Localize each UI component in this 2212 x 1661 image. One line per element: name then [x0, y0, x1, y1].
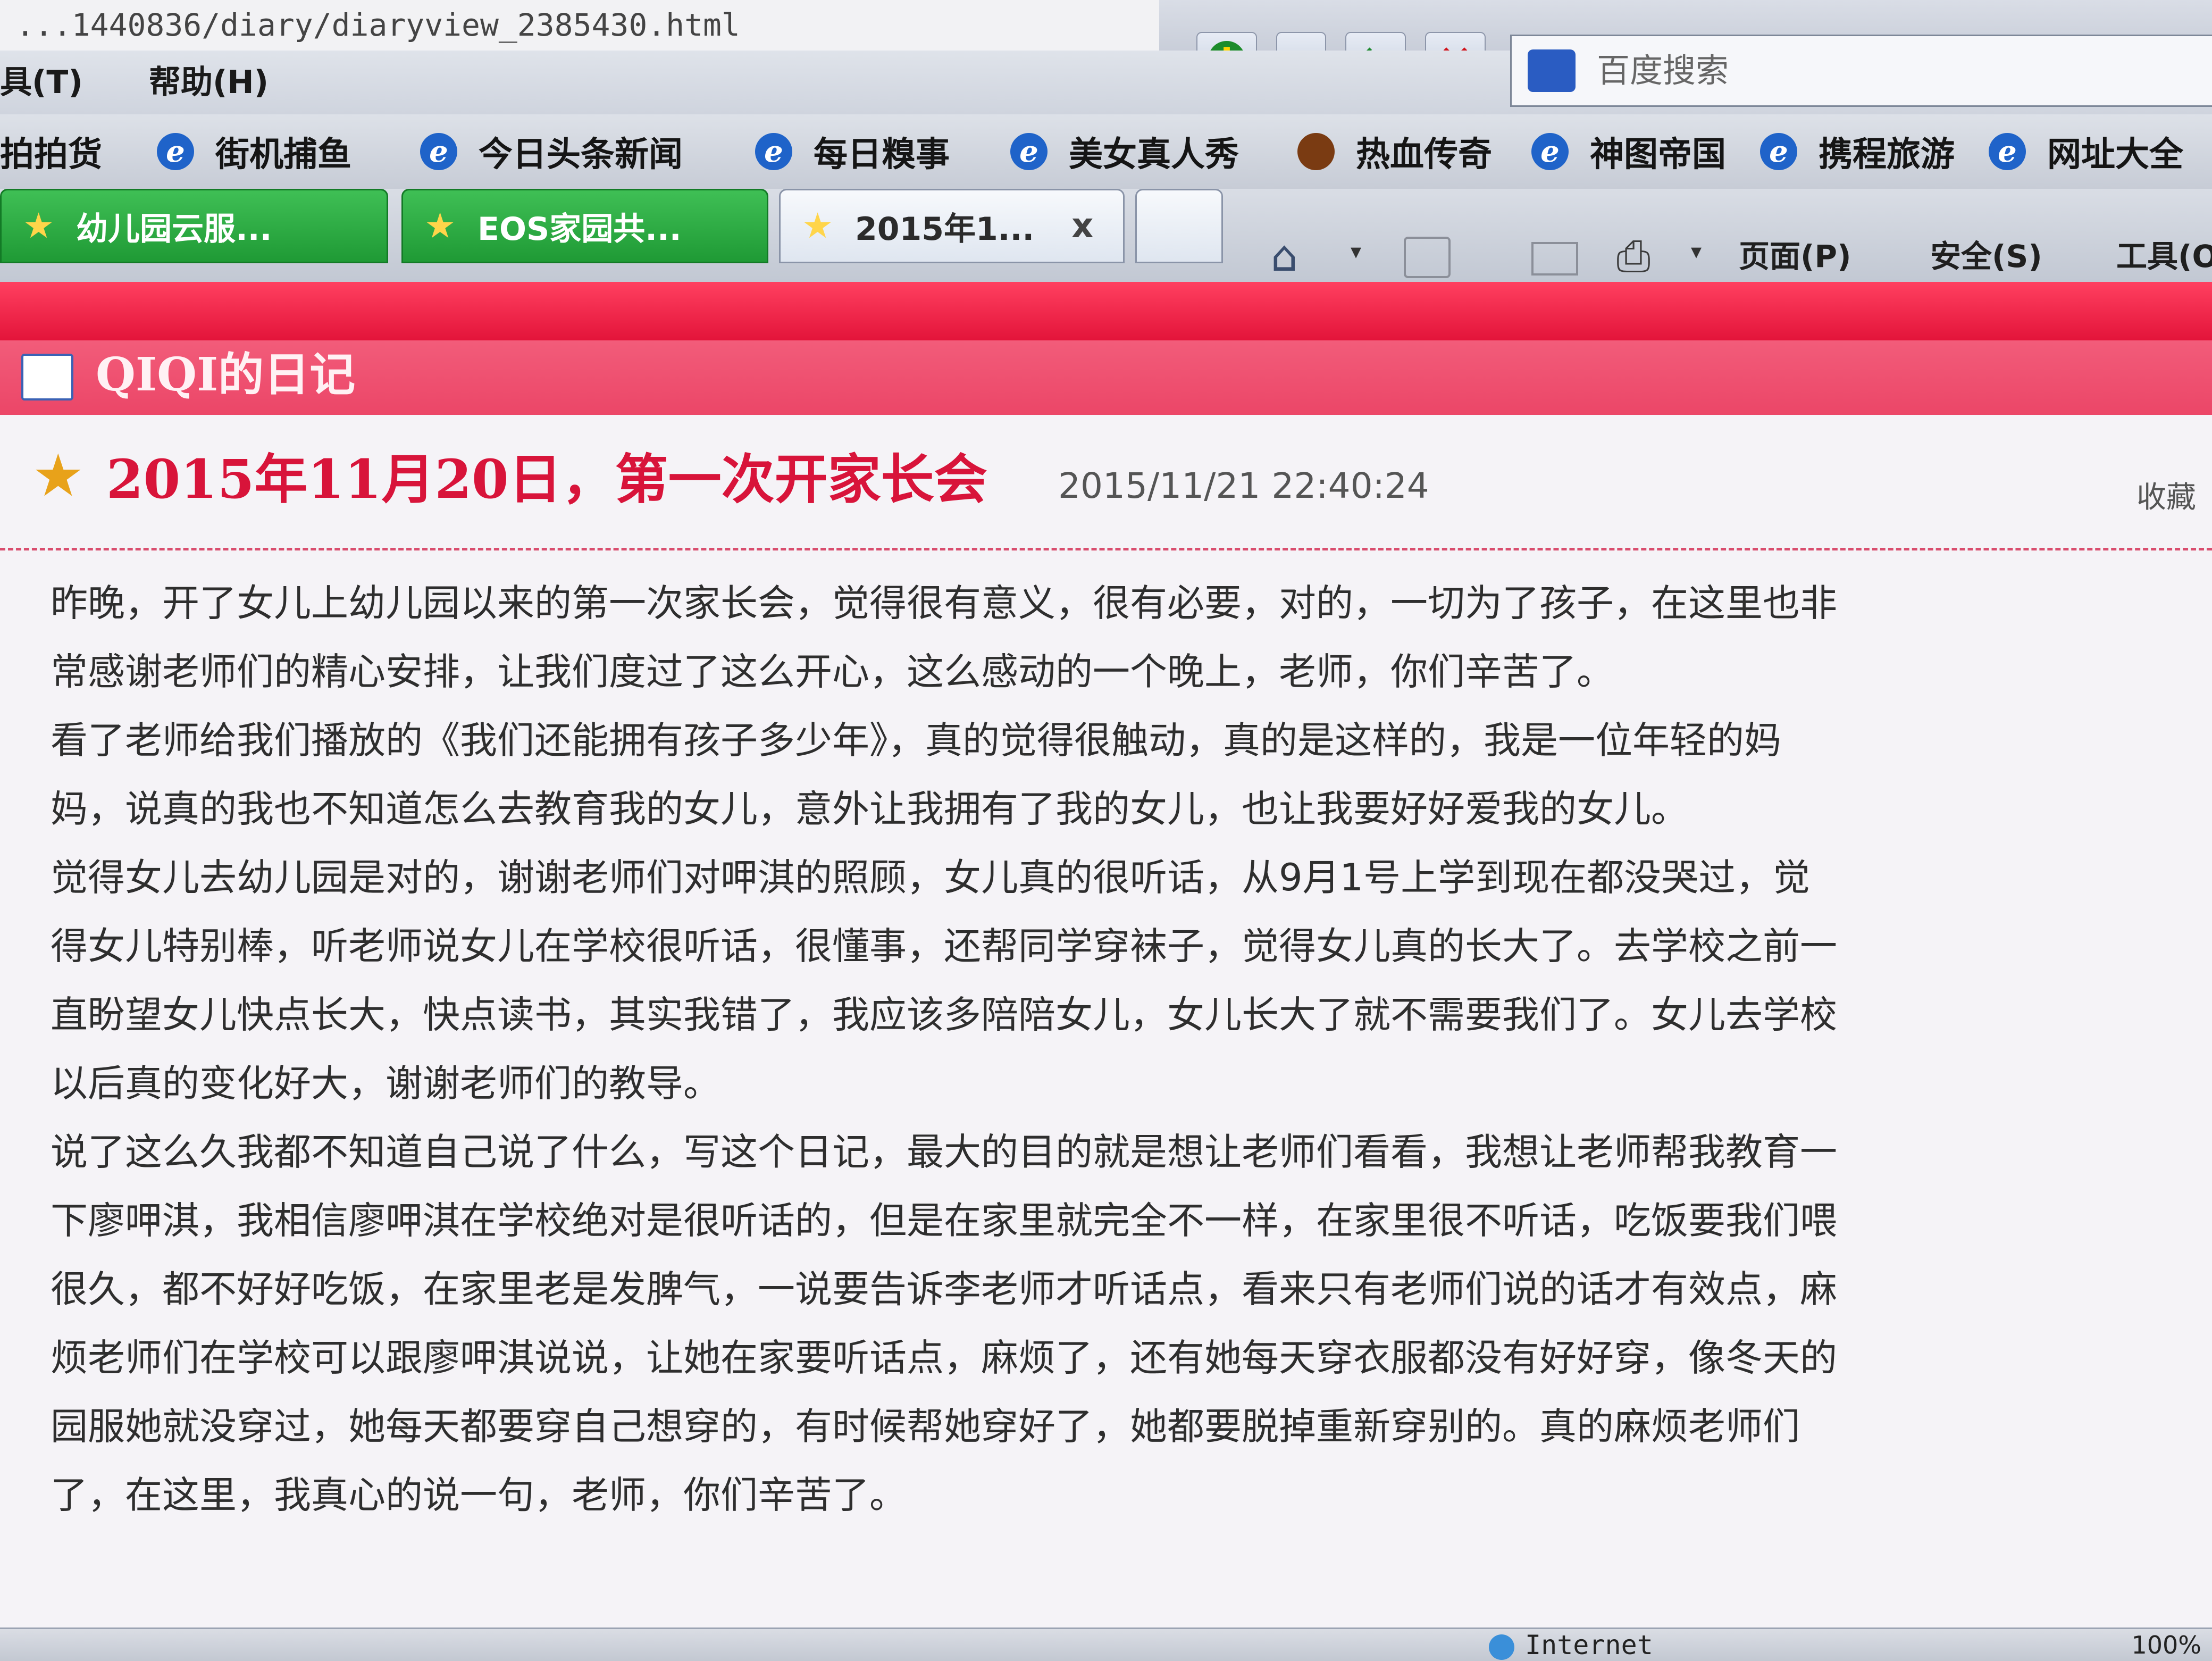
chevron-down-icon[interactable]: ▾	[1691, 239, 1702, 264]
favorite-label: 携程旅游	[1819, 135, 1955, 174]
status-bar: Internet 100%	[0, 1627, 2212, 1661]
body-line: 了，在这里，我真心的说一句，老师，你们辛苦了。	[51, 1473, 907, 1517]
body-line: 看了老师给我们播放的《我们还能拥有孩子多少年》，真的觉得很触动，真的是这样的，我…	[51, 719, 1781, 762]
favorite-link[interactable]: e 美女真人秀	[1010, 114, 1239, 189]
body-line: 很久，都不好好吃饭，在家里老是发脾气，一说要告诉李老师才听话点，看来只有老师们说…	[51, 1267, 1837, 1311]
body-line: 烦老师们在学校可以跟廖呷淇说说，让她在家要听话点，麻烦了，还有她每天穿衣服都没有…	[51, 1336, 1837, 1380]
body-line: 直盼望女儿快点长大，快点读书，其实我错了，我应该多陪陪女儿，女儿长大了就不需要我…	[51, 993, 1837, 1037]
ie-icon: e	[157, 133, 194, 170]
ie-icon: e	[1760, 133, 1797, 170]
ie-icon: e	[1010, 133, 1048, 170]
tools-menu[interactable]: 工具(O)	[2116, 231, 2212, 276]
diary-content: ★ 2015年11月20日，第一次开家长会 2015/11/21 22:40:2…	[0, 415, 2212, 1659]
page-icon: ★	[802, 205, 834, 246]
ie-icon: e	[1989, 133, 2026, 170]
baidu-search-icon	[1528, 49, 1576, 92]
page-menu[interactable]: 页面(P)	[1739, 231, 1851, 276]
tab-label: EOS家园共...	[477, 210, 682, 248]
tab-eos[interactable]: ★ EOS家园共...	[401, 189, 768, 263]
favorite-link[interactable]: e 街机捕鱼	[157, 114, 351, 189]
search-placeholder: 百度搜索	[1597, 51, 1729, 90]
new-tab-button[interactable]	[1135, 189, 1223, 263]
favorite-label: 热血传奇	[1356, 135, 1492, 174]
favorite-label: 街机捕鱼	[215, 135, 351, 174]
tab-diary[interactable]: ★ 2015年1... x	[779, 189, 1125, 263]
body-line: 说了这么久我都不知道自己说了什么，写这个日记，最大的目的就是想让老师们看看，我想…	[51, 1130, 1837, 1174]
chevron-down-icon[interactable]: ▾	[1351, 239, 1361, 264]
tab-label: 2015年1...	[855, 210, 1035, 248]
favorite-link[interactable]: 拍拍货	[0, 114, 102, 189]
zoom-level[interactable]: 100%	[2131, 1629, 2201, 1661]
favorite-link[interactable]: 热血传奇	[1297, 114, 1492, 189]
favorite-label: 每日糗事	[814, 135, 950, 174]
post-body: 昨晚，开了女儿上幼儿园以来的第一次家长会，觉得很有意义，很有必要，对的，一切为了…	[51, 569, 2188, 1530]
favorite-label: 今日头条新闻	[479, 135, 683, 174]
body-line: 园服她就没穿过，她每天都要穿自己想穿的，有时候帮她穿好了，她都要脱掉重新穿别的。…	[51, 1405, 1800, 1448]
body-line: 以后真的变化好大，谢谢老师们的教导。	[51, 1062, 720, 1105]
post-title-row: ★ 2015年11月20日，第一次开家长会 2015/11/21 22:40:2…	[0, 415, 2212, 550]
game-icon	[1297, 133, 1335, 170]
favorite-link[interactable]: e 携程旅游	[1760, 114, 1955, 189]
favorite-link[interactable]: e 今日头条新闻	[420, 114, 683, 189]
ie-icon: e	[420, 133, 457, 170]
favorite-label: 拍拍货	[0, 135, 102, 174]
tab-bar: ★ 幼儿园云服... ★ EOS家园共... ★ 2015年1... x ⌂ ▾ ⎙ …	[0, 189, 2212, 282]
favorite-label: 美女真人秀	[1069, 135, 1239, 174]
diary-title: QIQI的日记	[96, 348, 356, 402]
security-zone: Internet	[1489, 1629, 1653, 1661]
body-line: 昨晚，开了女儿上幼儿园以来的第一次家长会，觉得很有意义，很有必要，对的，一切为了…	[51, 581, 1837, 625]
zone-label: Internet	[1525, 1630, 1653, 1660]
globe-icon	[1489, 1634, 1514, 1660]
tab-close-icon[interactable]: x	[1071, 206, 1093, 246]
body-line: 觉得女儿去幼儿园是对的，谢谢老师们对呷淇的照顾，女儿真的很听话，从9月1号上学到…	[51, 856, 1811, 899]
favorite-link[interactable]: e 网址大全	[1989, 114, 2183, 189]
post-date: 2015/11/21 22:40:24	[1058, 465, 1429, 506]
body-line: 得女儿特别棒，听老师说女儿在学校很听话，很懂事，还帮同学穿袜子，觉得女儿真的长大…	[51, 924, 1837, 968]
body-line: 常感谢老师们的精心安排，让我们度过了这么开心，这么感动的一个晚上，老师，你们辛苦…	[51, 650, 1614, 694]
favorites-bar: 拍拍货 e 街机捕鱼 e 今日头条新闻 e 每日糗事 e 美女真人秀 热血传奇 e 神图帝…	[0, 114, 2212, 189]
page-icon: ★	[424, 205, 456, 246]
menu-tools[interactable]: 具(T)	[0, 51, 83, 114]
favorite-link[interactable]: e 每日糗事	[755, 114, 950, 189]
print-icon[interactable]: ⎙	[1616, 231, 1650, 281]
rss-icon[interactable]	[1404, 237, 1451, 278]
diary-icon	[21, 354, 73, 400]
favorite-label: 网址大全	[2047, 135, 2183, 174]
ie-icon: e	[1531, 133, 1569, 170]
post-title: 2015年11月20日，第一次开家长会	[106, 448, 987, 511]
favorite-link[interactable]: e 神图帝国	[1531, 114, 1726, 189]
favorite-label: 神图帝国	[1590, 135, 1726, 174]
favorite-button[interactable]: 收藏	[2136, 473, 2196, 516]
mail-icon[interactable]	[1531, 242, 1578, 276]
home-icon[interactable]: ⌂	[1271, 231, 1298, 281]
site-banner	[0, 282, 2212, 340]
search-input[interactable]: 百度搜索	[1510, 35, 2212, 107]
tab-label: 幼儿园云服...	[76, 210, 272, 248]
page-icon: ★	[23, 205, 55, 246]
safety-menu[interactable]: 安全(S)	[1930, 231, 2042, 276]
body-line: 下廖呷淇，我相信廖呷淇在学校绝对是很听话的，但是在家里就完全不一样，在家里很不听…	[51, 1199, 1837, 1242]
menu-help[interactable]: 帮助(H)	[149, 51, 269, 114]
tab-kindergarten[interactable]: ★ 幼儿园云服...	[0, 189, 388, 263]
star-icon: ★	[32, 441, 85, 510]
address-field[interactable]: ...1440836/diary/diaryview_2385430.html	[0, 0, 1159, 52]
body-line: 妈，说真的我也不知道怎么去教育我的女儿，意外让我拥有了我的女儿，也让我要好好爱我…	[51, 787, 1688, 831]
ie-icon: e	[755, 133, 792, 170]
